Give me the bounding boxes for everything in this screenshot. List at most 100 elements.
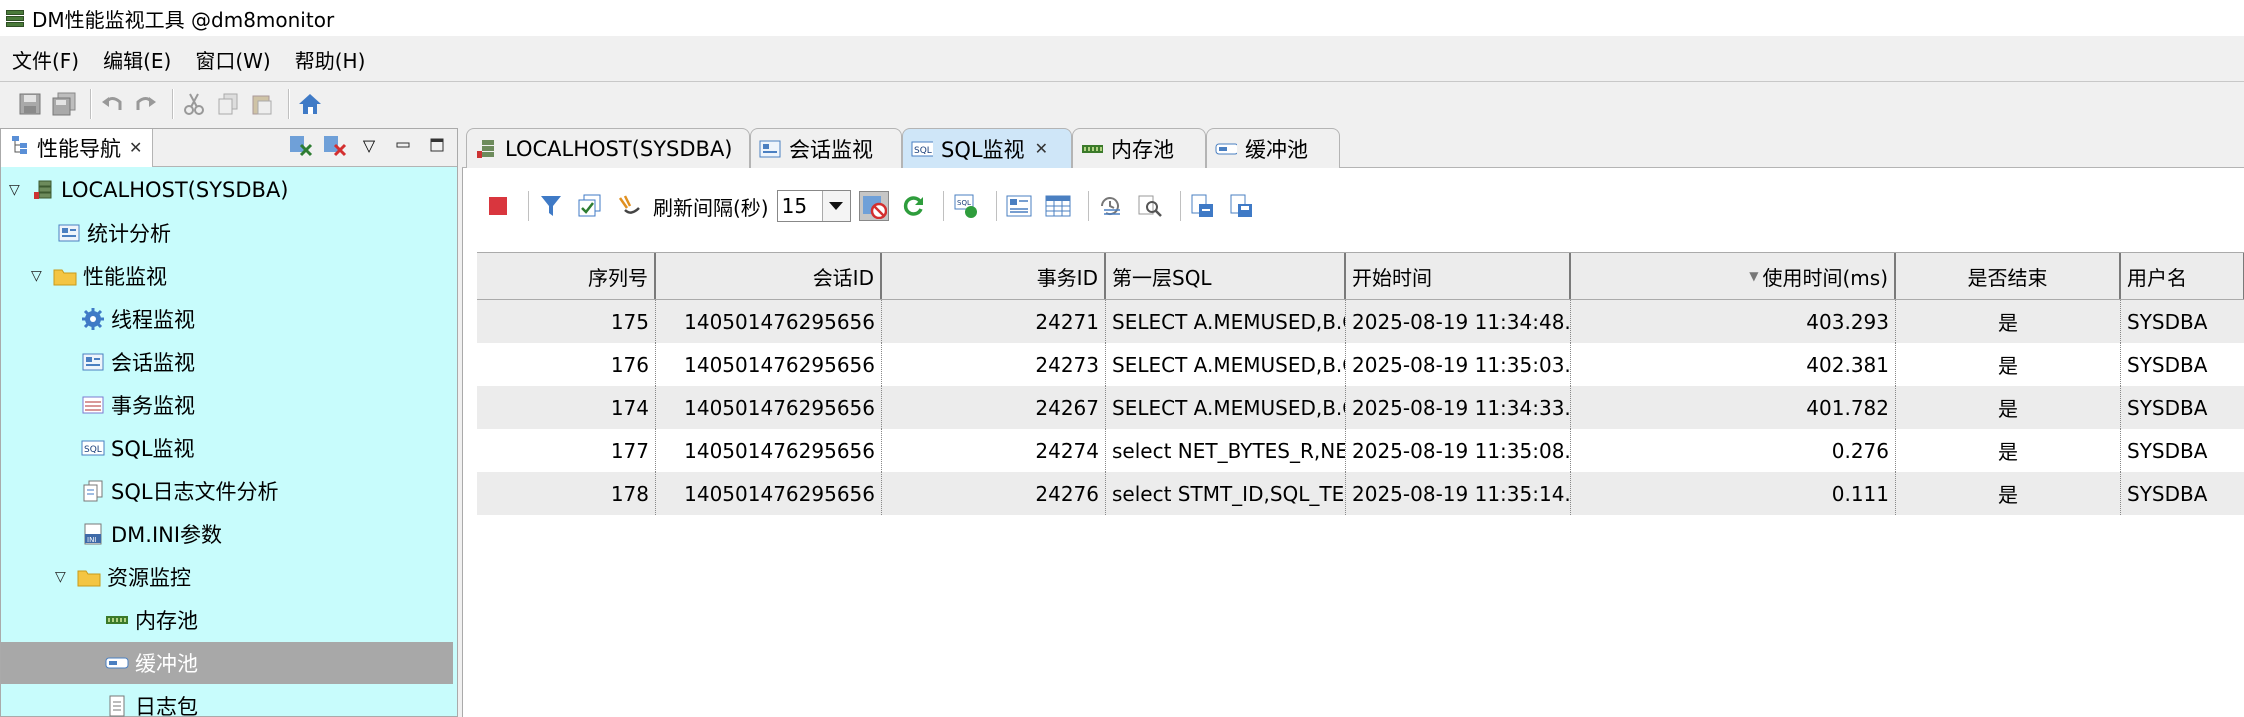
chevron-down-icon[interactable] — [821, 191, 850, 221]
stop-icon[interactable] — [483, 191, 513, 221]
tab-performance-navigator[interactable]: 性能导航 ✕ — [1, 128, 154, 167]
clear-icon[interactable] — [614, 191, 644, 221]
tree-item-label: SQL日志文件分析 — [111, 480, 279, 504]
tree-item-sql-log-analysis[interactable]: SQL日志文件分析 — [1, 470, 453, 512]
tree-item-memory-pool[interactable]: 内存池 — [1, 599, 453, 641]
tab-session-monitoring[interactable]: 会话监视 — [750, 128, 902, 168]
cell-start-time: 2025-08-19 11:34:48.288 — [1346, 300, 1571, 343]
table-view-icon[interactable] — [1043, 191, 1073, 221]
tab-localhost[interactable]: LOCALHOST(SYSDBA) — [466, 128, 750, 168]
column-header-first-sql[interactable]: 第一层SQL — [1106, 253, 1346, 299]
title-bar: DM性能监视工具 @dm8monitor — [0, 0, 2244, 36]
log-file-icon — [81, 480, 105, 502]
select-all-icon[interactable] — [575, 191, 605, 221]
column-header-transaction-id[interactable]: 事务ID — [882, 253, 1106, 299]
auto-refresh-toggle-icon[interactable] — [858, 191, 889, 221]
undo-icon[interactable] — [98, 90, 126, 118]
menu-separator — [0, 81, 2244, 82]
paste-icon[interactable] — [248, 90, 276, 118]
column-header-elapsed-time[interactable]: ▼ 使用时间(ms) — [1571, 253, 1896, 299]
refresh-interval-label: 刷新间隔(秒) — [653, 195, 769, 220]
sort-descending-icon: ▼ — [1749, 269, 1759, 283]
cell-first-sql: SELECT A.MEMUSED,B.C — [1106, 300, 1346, 343]
save-export-icon[interactable] — [1227, 191, 1257, 221]
tree-item-transaction-monitoring[interactable]: 事务监视 — [1, 384, 453, 426]
cell-seq: 175 — [477, 300, 656, 343]
cell-elapsed-time: 403.293 — [1571, 300, 1896, 343]
svg-text:SQL: SQL — [914, 146, 932, 156]
cell-first-sql: SELECT A.MEMUSED,B.C — [1106, 386, 1346, 429]
tab-label: 内存池 — [1111, 137, 1174, 162]
close-icon[interactable]: ✕ — [1035, 139, 1048, 158]
sql-analysis-icon[interactable]: SQL — [951, 191, 981, 221]
tree-item-log-package[interactable]: 日志包 — [1, 685, 453, 717]
tab-buffer-pool[interactable]: 缓冲池 — [1206, 128, 1340, 168]
menu-edit[interactable]: 编辑(E) — [95, 45, 179, 74]
column-header-start-time[interactable]: 开始时间 — [1346, 253, 1571, 299]
cell-transaction-id: 24267 — [882, 386, 1106, 429]
tree-item-sql-monitoring[interactable]: SQL SQL监视 — [1, 427, 453, 469]
refresh-icon[interactable] — [898, 191, 928, 221]
tree-item-performance-monitoring[interactable]: ▽ 性能监视 — [1, 255, 453, 297]
history-icon[interactable] — [1096, 191, 1126, 221]
cell-first-sql: select STMT_ID,SQL_TEX — [1106, 472, 1346, 515]
table-row[interactable]: 174 140501476295656 24267 SELECT A.MEMUS… — [477, 386, 2244, 429]
cell-elapsed-time: 402.381 — [1571, 343, 1896, 386]
sql-monitor-toolbar: 刷新间隔(秒) 15 SQL — [483, 184, 1266, 228]
export-icon[interactable] — [1188, 191, 1218, 221]
home-icon[interactable] — [296, 90, 324, 118]
tab-sql-monitoring[interactable]: SQL SQL监视 ✕ — [902, 128, 1072, 168]
column-header-username[interactable]: 用户名 — [2121, 253, 2244, 299]
folder-icon — [53, 265, 77, 287]
tree-view-icon — [11, 135, 29, 160]
cell-username: SYSDBA — [2121, 343, 2244, 386]
disconnect-icon[interactable] — [323, 133, 347, 157]
tree-item-buffer-pool[interactable]: 缓冲池 — [1, 642, 453, 684]
table-row[interactable]: 175 140501476295656 24271 SELECT A.MEMUS… — [477, 300, 2244, 343]
table-row[interactable]: 176 140501476295656 24273 SELECT A.MEMUS… — [477, 343, 2244, 386]
tree-item-statistics[interactable]: 统计分析 — [1, 212, 453, 254]
cut-icon[interactable] — [180, 90, 208, 118]
close-icon[interactable]: ✕ — [129, 138, 142, 157]
cell-username: SYSDBA — [2121, 472, 2244, 515]
table-row[interactable]: 177 140501476295656 24274 select NET_BYT… — [477, 429, 2244, 472]
tree-item-resource-monitoring[interactable]: ▽ 资源监控 — [1, 556, 453, 598]
menu-help[interactable]: 帮助(H) — [287, 45, 374, 74]
sql-icon: SQL — [911, 139, 933, 159]
tree-item-localhost[interactable]: ▽ LOCALHOST(SYSDBA) — [1, 169, 453, 211]
collapse-icon[interactable]: ▽ — [31, 268, 51, 284]
tab-memory-pool[interactable]: 内存池 — [1072, 128, 1206, 168]
cell-transaction-id: 24273 — [882, 343, 1106, 386]
cell-session-id: 140501476295656 — [656, 429, 882, 472]
column-header-seq[interactable]: 序列号 — [477, 253, 656, 299]
copy-icon[interactable] — [214, 90, 242, 118]
server-icon — [475, 139, 497, 159]
tab-label: LOCALHOST(SYSDBA) — [505, 136, 733, 161]
cell-session-id: 140501476295656 — [656, 300, 882, 343]
collapse-icon[interactable]: ▽ — [55, 569, 75, 585]
save-all-icon[interactable] — [50, 90, 78, 118]
stats-icon — [57, 222, 81, 244]
navigator-header: 性能导航 ✕ ▽ — [1, 128, 457, 167]
search-icon[interactable] — [1135, 191, 1165, 221]
collapse-icon[interactable]: ▽ — [9, 182, 29, 198]
tree-item-session-monitoring[interactable]: 会话监视 — [1, 341, 453, 383]
connect-icon[interactable] — [289, 133, 313, 157]
menu-file[interactable]: 文件(F) — [4, 45, 87, 74]
tree-item-thread-monitoring[interactable]: 线程监视 — [1, 298, 453, 340]
column-header-finished[interactable]: 是否结束 — [1896, 253, 2121, 299]
filter-icon[interactable] — [536, 191, 566, 221]
refresh-interval-select[interactable]: 15 — [776, 190, 851, 222]
cell-start-time: 2025-08-19 11:35:08.515 — [1346, 429, 1571, 472]
menu-window[interactable]: 窗口(W) — [187, 45, 278, 74]
tree-item-dm-ini-params[interactable]: INI DM.INI参数 — [1, 513, 453, 555]
save-icon[interactable] — [16, 90, 44, 118]
minimize-icon[interactable] — [391, 133, 415, 157]
view-menu-icon[interactable]: ▽ — [357, 133, 381, 157]
column-header-session-id[interactable]: 会话ID — [656, 253, 882, 299]
table-row[interactable]: 178 140501476295656 24276 select STMT_ID… — [477, 472, 2244, 515]
detail-view-icon[interactable] — [1004, 191, 1034, 221]
gear-icon — [81, 308, 105, 330]
redo-icon[interactable] — [132, 90, 160, 118]
maximize-icon[interactable] — [425, 133, 449, 157]
